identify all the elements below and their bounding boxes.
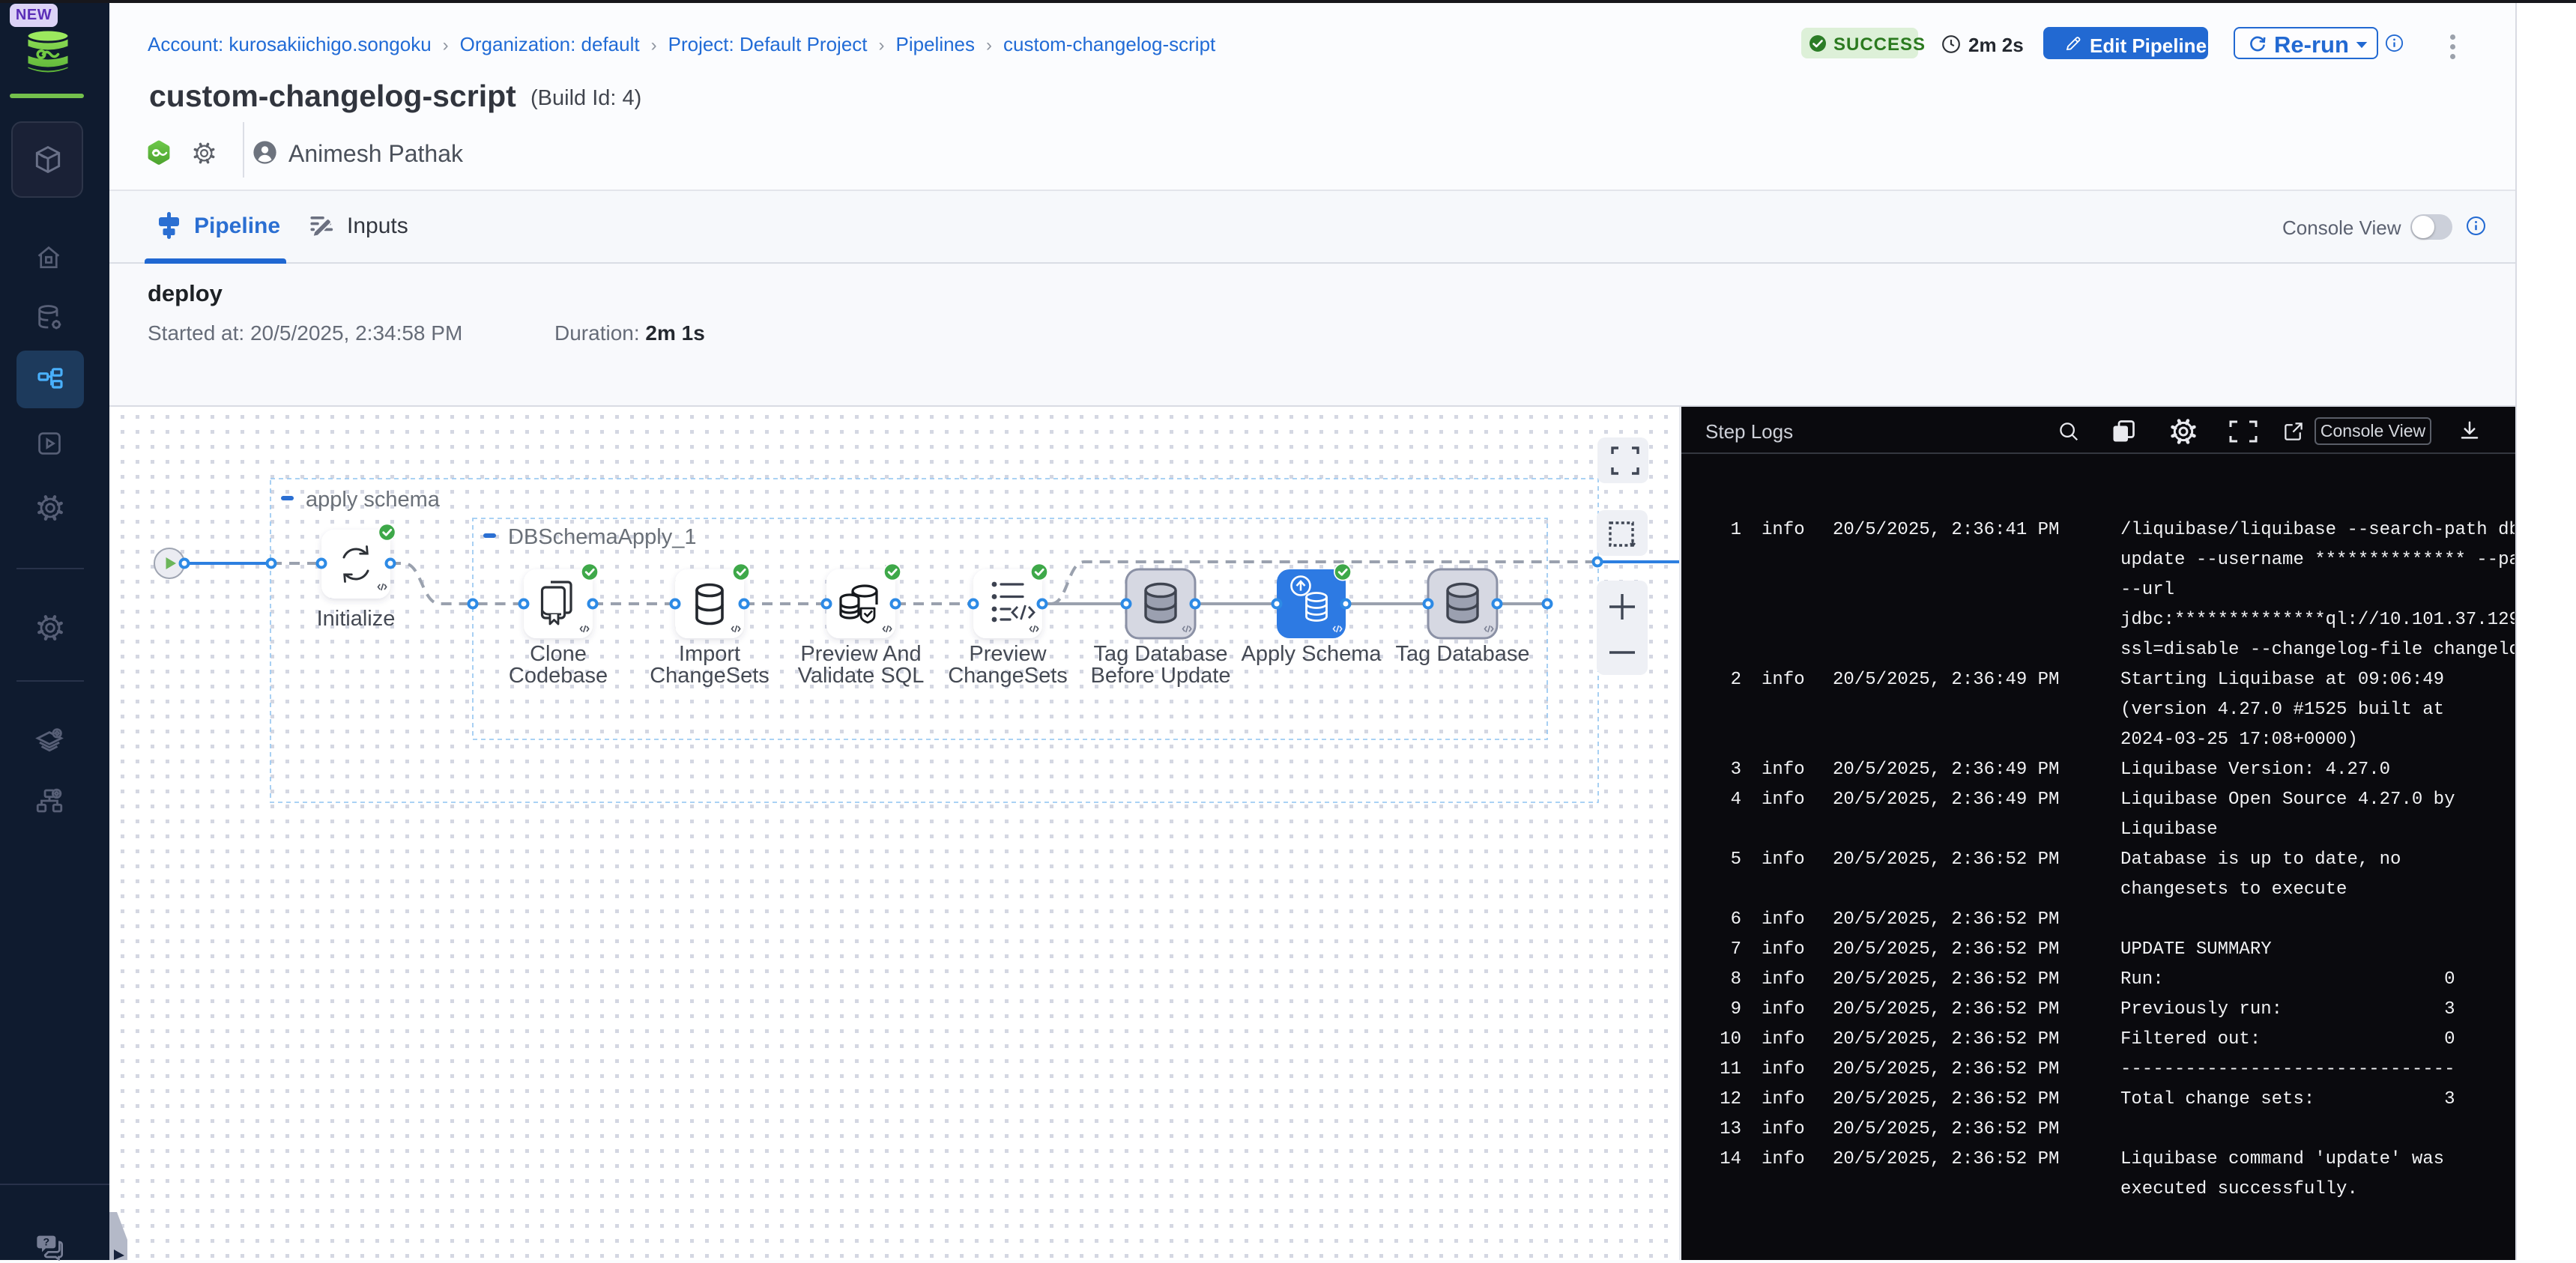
svg-text:?: ? — [43, 1236, 50, 1248]
svg-text:Validate SQL: Validate SQL — [798, 664, 925, 688]
svg-text:apply schema: apply schema — [306, 488, 441, 512]
svg-text:Tag Database: Tag Database — [1094, 642, 1228, 666]
svg-text:Apply Schema: Apply Schema — [1242, 642, 1382, 666]
svg-text:Tag Database: Tag Database — [1396, 642, 1530, 666]
svg-text:Codebase: Codebase — [509, 664, 608, 688]
svg-text:Preview And: Preview And — [800, 642, 921, 666]
svg-text:Before Update: Before Update — [1090, 664, 1230, 688]
svg-text:Initialize: Initialize — [317, 607, 396, 631]
svg-text:DBSchemaApply_1: DBSchemaApply_1 — [508, 525, 696, 549]
svg-text:Clone: Clone — [530, 642, 587, 666]
svg-text:Import: Import — [679, 642, 740, 666]
svg-text:ChangeSets: ChangeSets — [650, 664, 770, 688]
svg-text:Preview: Preview — [969, 642, 1047, 666]
svg-text:ChangeSets: ChangeSets — [948, 664, 1068, 688]
